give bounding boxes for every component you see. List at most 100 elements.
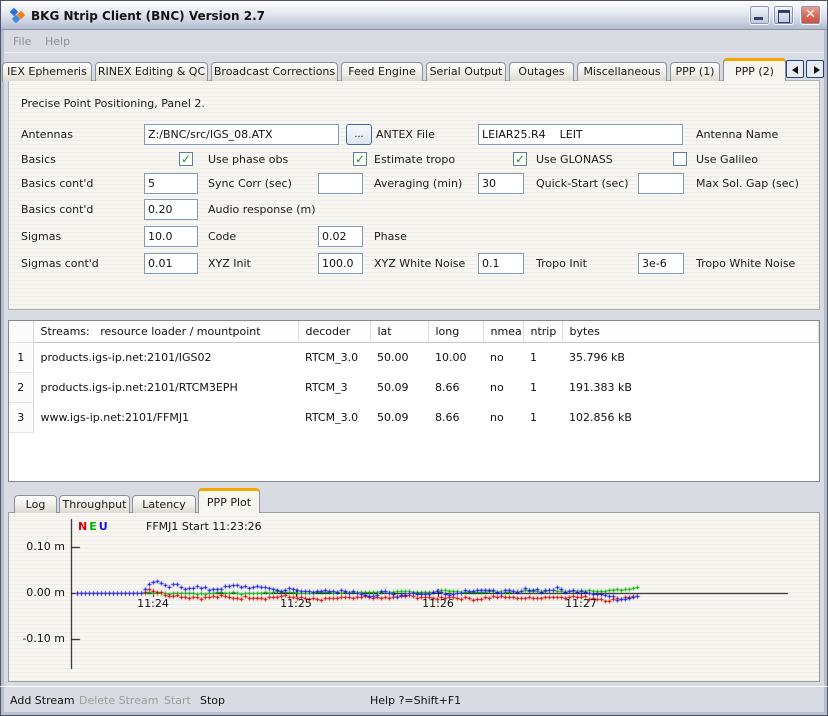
- tropo-white-noise-input[interactable]: [638, 253, 684, 274]
- averaging-label: Averaging (min): [374, 177, 462, 190]
- tab-ppp-plot[interactable]: PPP Plot: [198, 488, 260, 513]
- title-bar[interactable]: BKG Ntrip Client (BNC) Version 2.7: [1, 1, 827, 30]
- tab-scroll-right-button[interactable]: [806, 60, 824, 78]
- xtick-1124: 11:24: [131, 597, 175, 610]
- stream-nmea: no: [483, 402, 523, 432]
- add-stream-button[interactable]: Add Stream: [10, 694, 75, 707]
- antennas-input[interactable]: [144, 124, 339, 145]
- plot-title: FFMJ1 Start 11:23:26: [146, 520, 262, 533]
- delete-stream-button[interactable]: Delete Stream: [79, 694, 158, 707]
- stream-bytes: 191.383 kB: [562, 372, 819, 402]
- use-glonass-checkbox[interactable]: [513, 152, 527, 166]
- ytick-010: 0.10 m: [15, 540, 65, 553]
- xtick-1127: 11:27: [559, 597, 603, 610]
- stream-row[interactable]: 3 www.igs-ip.net:2101/FFMJ1 RTCM_3.0 50.…: [9, 402, 819, 432]
- sync-corr-input[interactable]: [144, 173, 198, 194]
- stream-decoder: RTCM_3.0: [298, 402, 370, 432]
- close-button[interactable]: ✕: [800, 5, 821, 25]
- sigma-code-input[interactable]: [144, 226, 198, 247]
- row-number: 2: [9, 372, 33, 402]
- stream-nmea: no: [483, 342, 523, 372]
- row-number: 1: [9, 342, 33, 372]
- ytick-m010: -0.10 m: [15, 632, 65, 645]
- use-glonass-label: Use GLONASS: [536, 153, 613, 166]
- use-phase-obs-checkbox[interactable]: [179, 152, 193, 166]
- bnc-window: BKG Ntrip Client (BNC) Version 2.7 ✕ Fil…: [0, 0, 828, 716]
- col-lat[interactable]: lat: [370, 321, 428, 342]
- col-decoder[interactable]: decoder: [298, 321, 370, 342]
- tab-serial-output[interactable]: Serial Output: [426, 62, 506, 81]
- legend-east: E: [89, 520, 97, 533]
- sigma-phase-input[interactable]: [318, 226, 363, 247]
- start-button[interactable]: Start: [164, 694, 191, 707]
- stop-button[interactable]: Stop: [200, 694, 225, 707]
- xtick-1125: 11:25: [274, 597, 318, 610]
- tropo-white-noise-label: Tropo White Noise: [696, 257, 795, 270]
- col-nmea[interactable]: nmea: [483, 321, 523, 342]
- statusbar-divider: [0, 686, 828, 687]
- xyz-init-label: XYZ Init: [208, 257, 251, 270]
- tab-log[interactable]: Log: [14, 495, 57, 513]
- antex-file-label: ANTEX File: [376, 128, 435, 141]
- legend-up: U: [99, 520, 108, 533]
- streams-table: Streams: resource loader / mountpoint de…: [8, 320, 820, 482]
- estimate-tropo-checkbox[interactable]: [353, 152, 367, 166]
- col-long[interactable]: long: [428, 321, 483, 342]
- col-ntrip[interactable]: ntrip: [523, 321, 562, 342]
- sigmas-contd-label: Sigmas cont'd: [21, 257, 99, 270]
- estimate-tropo-label: Estimate tropo: [374, 153, 455, 166]
- tab-rinex-editing-qc[interactable]: RINEX Editing & QC: [95, 62, 208, 81]
- maximize-button[interactable]: [773, 5, 794, 25]
- tab-ppp-2[interactable]: PPP (2): [723, 58, 786, 81]
- menu-help[interactable]: Help: [45, 35, 70, 48]
- tab-feed-engine[interactable]: Feed Engine: [341, 62, 423, 81]
- panel-title: Precise Point Positioning, Panel 2.: [21, 97, 205, 110]
- antex-file-input[interactable]: [478, 124, 683, 145]
- stream-ntrip: 1: [523, 402, 562, 432]
- tab-outages[interactable]: Outages: [509, 62, 574, 81]
- col-mountpoint[interactable]: Streams: resource loader / mountpoint: [33, 321, 298, 342]
- antex-browse-button[interactable]: ...: [346, 124, 372, 145]
- menu-bar: File Help: [4, 30, 824, 53]
- audio-response-input[interactable]: [144, 199, 198, 220]
- use-galileo-checkbox[interactable]: [673, 152, 687, 166]
- sync-corr-label: Sync Corr (sec): [208, 177, 292, 190]
- averaging-input[interactable]: [318, 173, 363, 194]
- quick-start-input[interactable]: [478, 173, 524, 194]
- tab-latency[interactable]: Latency: [132, 495, 196, 513]
- minimize-button[interactable]: [749, 5, 770, 25]
- xyz-init-input[interactable]: [144, 253, 198, 274]
- use-phase-obs-label: Use phase obs: [208, 153, 288, 166]
- stream-nmea: no: [483, 372, 523, 402]
- tab-broadcast-corrections[interactable]: Broadcast Corrections: [211, 62, 338, 81]
- stream-row[interactable]: 1 products.igs-ip.net:2101/IGS02 RTCM_3.…: [9, 342, 819, 372]
- output-tab-bar: Log Throughput Latency PPP Plot: [8, 487, 820, 513]
- config-tab-bar: IEX Ephemeris RINEX Editing & QC Broadca…: [4, 57, 824, 81]
- xyz-white-noise-label: XYZ White Noise: [374, 257, 465, 270]
- tab-miscellaneous[interactable]: Miscellaneous: [577, 62, 667, 81]
- tab-ppp-1[interactable]: PPP (1): [670, 62, 720, 81]
- sigma-code-label: Code: [208, 230, 236, 243]
- plot-legend: NEU: [78, 520, 110, 533]
- max-sol-gap-label: Max Sol. Gap (sec): [696, 177, 799, 190]
- antennas-label: Antennas: [21, 128, 73, 141]
- max-sol-gap-input[interactable]: [638, 173, 684, 194]
- stream-long: 10.00: [428, 342, 483, 372]
- ppp-plot-panel: NEU FFMJ1 Start 11:23:26 0.10 m 0.00 m -…: [8, 512, 820, 682]
- stream-lat: 50.09: [370, 372, 428, 402]
- tab-throughput[interactable]: Throughput: [59, 495, 130, 513]
- tropo-init-label: Tropo Init: [536, 257, 587, 270]
- legend-north: N: [78, 520, 87, 533]
- col-bytes[interactable]: bytes: [562, 321, 819, 342]
- tropo-init-input[interactable]: [478, 253, 524, 274]
- stream-mountpoint: www.igs-ip.net:2101/FFMJ1: [33, 402, 298, 432]
- app-icon: [10, 8, 26, 24]
- tab-scroll-left-button[interactable]: [786, 60, 804, 78]
- stream-mountpoint: products.igs-ip.net:2101/IGS02: [33, 342, 298, 372]
- stream-row[interactable]: 2 products.igs-ip.net:2101/RTCM3EPH RTCM…: [9, 372, 819, 402]
- xyz-white-noise-input[interactable]: [318, 253, 363, 274]
- tab-rinex-ephemeris[interactable]: IEX Ephemeris: [2, 62, 92, 81]
- sigma-phase-label: Phase: [374, 230, 407, 243]
- stream-decoder: RTCM_3.0: [298, 342, 370, 372]
- menu-file[interactable]: File: [13, 35, 31, 48]
